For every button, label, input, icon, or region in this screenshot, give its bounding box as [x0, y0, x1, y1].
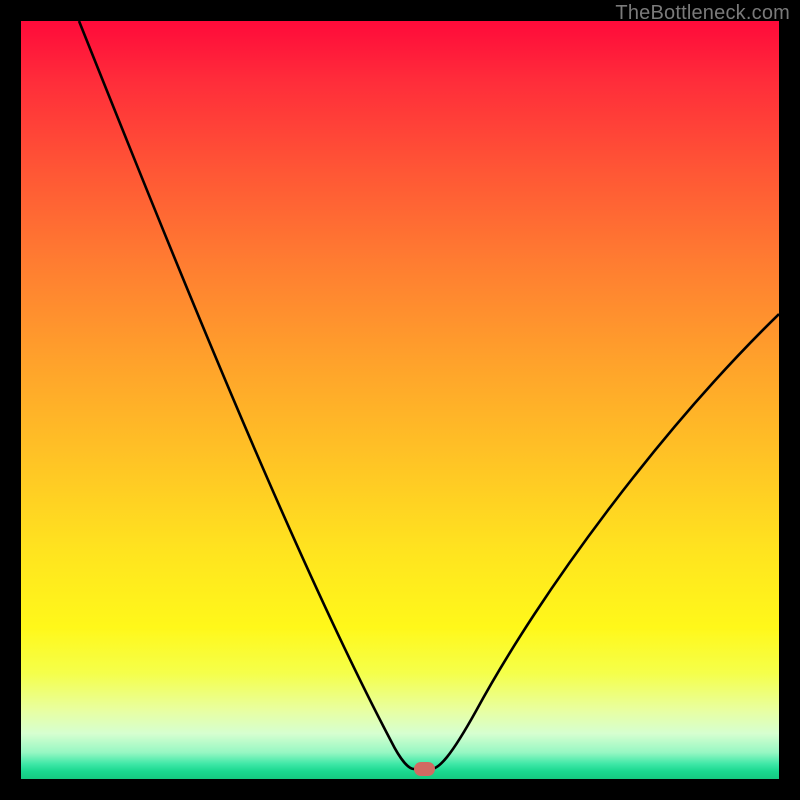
plot-area	[21, 21, 779, 779]
curve-path	[79, 21, 779, 769]
watermark-text: TheBottleneck.com	[615, 2, 790, 25]
bottleneck-curve	[21, 21, 779, 779]
optimal-point-marker	[414, 762, 435, 776]
chart-frame: TheBottleneck.com	[0, 0, 800, 800]
